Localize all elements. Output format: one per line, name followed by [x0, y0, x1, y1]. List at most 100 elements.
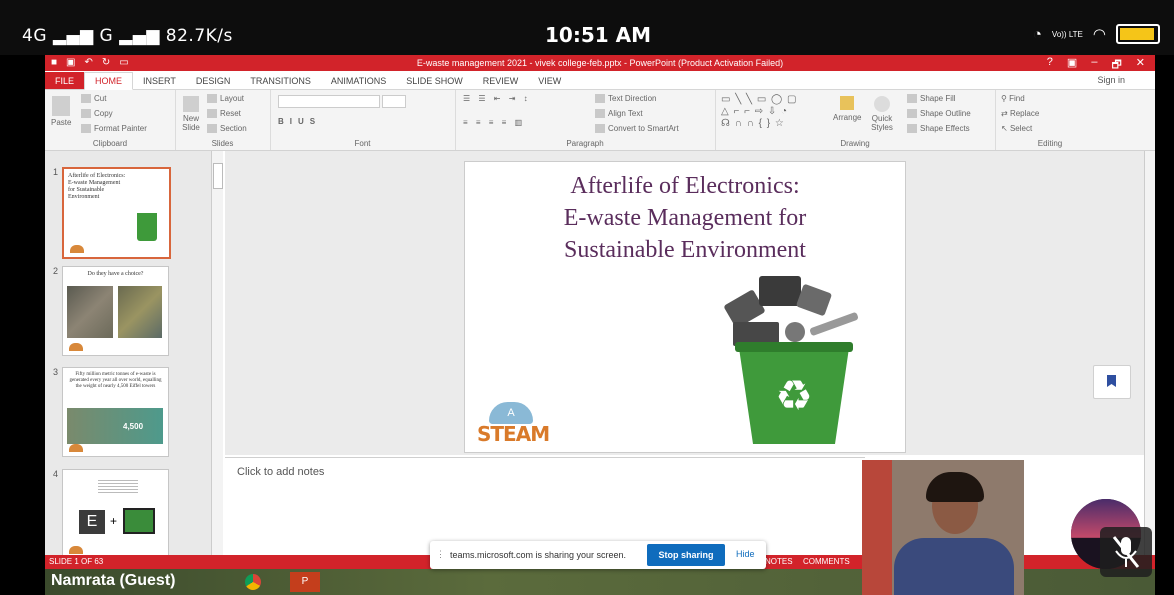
tab-view[interactable]: VIEW	[528, 76, 571, 89]
hide-button[interactable]: Hide	[736, 549, 755, 559]
presenter-video	[862, 460, 1024, 595]
format-painter-label: Format Painter	[94, 124, 147, 133]
format-painter-button[interactable]: Format Painter	[81, 124, 147, 134]
reset-button[interactable]: Reset	[207, 109, 241, 119]
plus-icon: +	[110, 514, 118, 528]
thumbnail-number: 2	[53, 266, 59, 276]
trash-bin-icon	[137, 213, 157, 241]
taskbar-user-name: Namrata (Guest)	[51, 572, 176, 589]
computer-image	[123, 508, 155, 534]
comments-button[interactable]: COMMENTS	[803, 557, 850, 566]
tab-review[interactable]: REVIEW	[473, 76, 529, 89]
steam-logo-icon	[70, 245, 84, 253]
tab-design[interactable]: DESIGN	[186, 76, 241, 89]
arrange-label: Arrange	[833, 113, 862, 122]
shape-fill-button[interactable]: Shape Fill	[907, 94, 956, 104]
smartart-icon	[595, 124, 605, 134]
arrange-button[interactable]: Arrange	[833, 96, 861, 122]
quick-styles-button[interactable]: Quick Styles	[867, 96, 897, 132]
copy-button[interactable]: Copy	[81, 109, 113, 119]
paste-button[interactable]: Paste	[51, 96, 71, 127]
window-title: E-waste management 2021 - vivek college-…	[416, 58, 784, 68]
current-slide[interactable]: Afterlife of Electronics: E-waste Manage…	[464, 161, 906, 453]
ewaste-bin-image: ♻	[724, 276, 859, 444]
replace-button[interactable]: ⇄ Replace	[1001, 109, 1039, 118]
thumbnail-number: 1	[53, 167, 59, 177]
tab-home[interactable]: HOME	[84, 72, 134, 90]
sign-in-link[interactable]: Sign in	[1097, 75, 1125, 85]
list-icons[interactable]: ☰ ☰ ⇤ ⇥ ↕	[463, 94, 531, 103]
replace-label: Replace	[1009, 109, 1040, 118]
section-icon	[207, 124, 217, 134]
editing-label: Editing	[1037, 139, 1063, 148]
brush-icon	[81, 124, 91, 134]
font-size-box[interactable]	[382, 95, 406, 108]
font-format-icons[interactable]: BIUS	[278, 117, 321, 126]
shapes-gallery[interactable]: ▭ ╲ ╲ ▭ ◯ ▢ △ ⌐ ⌐ ⇨ ⇩ ◔ ☊ ∩ ∩ { } ☆	[721, 94, 821, 130]
find-button[interactable]: ⚲ Find	[1001, 94, 1025, 103]
select-button[interactable]: ↖ Select	[1001, 124, 1032, 133]
tab-file[interactable]: FILE	[45, 72, 85, 89]
cursor-icon: ↖	[1001, 124, 1010, 133]
shape-outline-button[interactable]: Shape Outline	[907, 109, 971, 119]
right-scrollbar[interactable]	[1144, 151, 1155, 555]
paragraph-label: Paragraph	[566, 139, 604, 148]
notes-placeholder: Click to add notes	[237, 466, 325, 478]
replace-icon: ⇄	[1001, 109, 1010, 118]
slide-thumbnail[interactable]: Afterlife of Electronics: E-waste Manage…	[62, 167, 171, 259]
editing-group: ⚲ Find ⇄ Replace ↖ Select Editing	[995, 90, 1105, 150]
arrange-icon	[840, 96, 855, 110]
stop-sharing-button[interactable]: Stop sharing	[647, 544, 725, 566]
text-direction-icon	[595, 94, 605, 104]
title-line: Sustainable Environment	[564, 237, 806, 263]
copy-label: Copy	[94, 109, 113, 118]
signal-icon-2: ▂▄▆	[119, 26, 160, 46]
muted-mic-icon[interactable]	[1100, 527, 1152, 577]
bookmark-button[interactable]	[1093, 365, 1131, 399]
reset-icon	[207, 109, 217, 119]
screen-sharing-bar: ⋮ teams.microsoft.com is sharing your sc…	[430, 541, 766, 569]
person-body	[894, 538, 1014, 595]
scroll-thumb[interactable]	[213, 163, 223, 189]
binoculars-icon: ⚲	[1001, 94, 1010, 103]
align-text-button[interactable]: Align Text	[595, 109, 643, 119]
text-direction-button[interactable]: Text Direction	[595, 94, 656, 104]
slide-thumbnail[interactable]: E +	[62, 469, 169, 559]
panel-scrollbar[interactable]	[211, 151, 223, 555]
font-name-box[interactable]	[278, 95, 380, 108]
network-speed: 82.7K/s	[165, 26, 233, 46]
recycle-icon: ♻	[775, 372, 813, 419]
tab-insert[interactable]: INSERT	[133, 76, 186, 89]
slide-title[interactable]: Afterlife of Electronics: E-waste Manage…	[465, 170, 905, 266]
section-button[interactable]: Section	[207, 124, 247, 134]
clipboard-label: Clipboard	[92, 139, 128, 148]
tab-animations[interactable]: ANIMATIONS	[321, 76, 396, 89]
copy-icon	[81, 109, 91, 119]
ribbon: Paste Cut Copy Format Painter Clipboard …	[45, 90, 1155, 151]
tab-slide-show[interactable]: SLIDE SHOW	[396, 76, 473, 89]
bookmark-icon	[1107, 375, 1116, 387]
font-label: Font	[354, 139, 371, 148]
thumbnail-small-text	[98, 478, 138, 494]
powerpoint-taskbar-icon[interactable]: P	[290, 572, 320, 592]
cut-button[interactable]: Cut	[81, 94, 106, 104]
slide-thumbnail[interactable]: Fifty million metric tonnes of e-waste i…	[62, 367, 169, 457]
thumbnail-text: Fifty million metric tonnes of e-waste i…	[69, 372, 162, 389]
align-icons[interactable]: ≡ ≡ ≡ ≡ ▥	[463, 118, 525, 127]
new-slide-button[interactable]: New Slide	[179, 96, 203, 132]
alarm-icon: ◔	[1032, 25, 1042, 43]
signal-icon: ▂▄▆	[52, 26, 94, 46]
notes-button[interactable]: NOTES	[765, 557, 793, 566]
ribbon-tabs: FILE HOME INSERT DESIGN TRANSITIONS ANIM…	[45, 71, 1155, 90]
chrome-icon[interactable]	[245, 574, 261, 590]
convert-smartart-button[interactable]: Convert to SmartArt	[595, 124, 679, 134]
steam-logo-icon	[69, 343, 83, 351]
layout-button[interactable]: Layout	[207, 94, 244, 104]
shape-effects-button[interactable]: Shape Effects	[907, 124, 970, 134]
new-slide-label: New Slide	[182, 114, 200, 132]
tab-transitions[interactable]: TRANSITIONS	[240, 76, 321, 89]
drag-handle-icon[interactable]: ⋮	[436, 549, 445, 560]
slide-thumbnail[interactable]: Do they have a choice?	[62, 266, 169, 356]
scissors-icon	[81, 94, 91, 104]
network-indicator: 4G ▂▄▆ G ▂▄▆ 82.7K/s	[22, 26, 233, 46]
